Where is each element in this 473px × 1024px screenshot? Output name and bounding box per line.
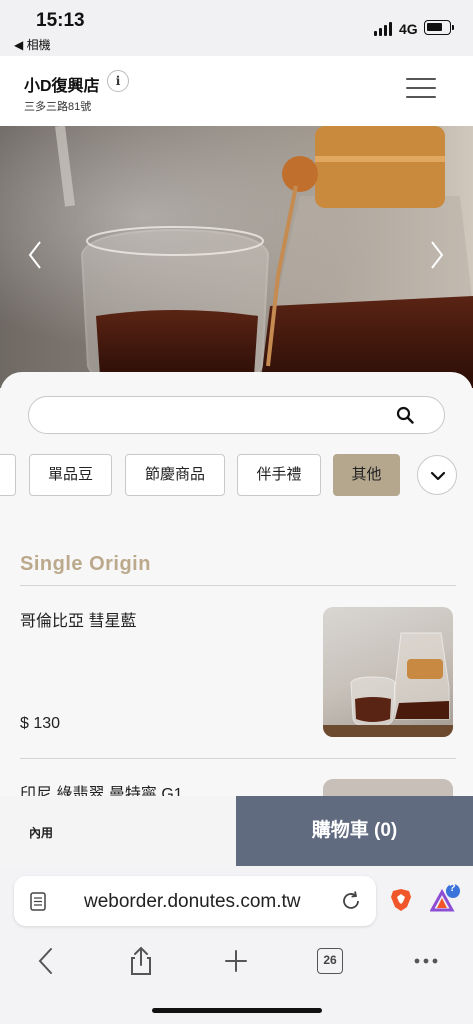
- url-text[interactable]: weborder.donutes.com.tw: [84, 891, 301, 913]
- share-icon[interactable]: [126, 946, 156, 976]
- product-name[interactable]: 哥倫比亞 彗星藍: [20, 607, 136, 631]
- chevron-down-icon: [430, 471, 446, 481]
- expand-categories-button[interactable]: [417, 455, 457, 495]
- rewards-badge: ?: [449, 882, 456, 894]
- product-image[interactable]: [323, 779, 453, 796]
- page-icon[interactable]: [30, 892, 46, 911]
- cart-button[interactable]: 購物車 (0): [236, 796, 473, 866]
- battery-icon: [424, 20, 454, 35]
- product-price: $ 130: [20, 715, 61, 732]
- category-tab-gifts[interactable]: 伴手禮: [237, 454, 321, 496]
- hamburger-menu-icon[interactable]: [406, 78, 436, 102]
- status-bar: 15:13 ◀ 相機 4G: [0, 0, 473, 56]
- address-bar[interactable]: weborder.donutes.com.tw: [14, 876, 376, 926]
- store-header: 小D復興店 i 三多三路81號: [0, 56, 473, 126]
- back-arrow-icon[interactable]: [32, 946, 62, 976]
- section-title: Single Origin: [20, 553, 151, 575]
- menu-sheet: 單品豆 節慶商品 伴手禮 其他 Single Origin 哥倫比亞 彗星藍 $…: [0, 372, 473, 803]
- more-menu-icon[interactable]: [411, 946, 441, 976]
- category-tab-single-origin-beans[interactable]: 單品豆: [29, 454, 112, 496]
- back-to-app-link[interactable]: ◀ 相機: [14, 36, 51, 53]
- browser-toolbar: weborder.donutes.com.tw ? 26: [0, 866, 473, 1024]
- dine-in-selector[interactable]: 內用: [29, 824, 53, 841]
- info-icon[interactable]: i: [107, 70, 129, 92]
- status-time: 15:13: [36, 10, 85, 31]
- section-divider: [20, 585, 456, 586]
- carousel-next-icon[interactable]: [430, 240, 444, 270]
- category-tab-other[interactable]: 其他: [333, 454, 400, 496]
- product-divider: [20, 758, 456, 759]
- reload-icon[interactable]: [340, 890, 362, 912]
- category-tab-partial[interactable]: [0, 454, 16, 496]
- signal-icon: [374, 22, 392, 36]
- hero-carousel: [0, 126, 473, 388]
- product-image[interactable]: [323, 607, 453, 737]
- home-indicator: [152, 1008, 322, 1013]
- hero-image: [0, 126, 473, 388]
- tab-count-button[interactable]: 26: [317, 948, 343, 974]
- category-tabs: 單品豆 節慶商品 伴手禮 其他: [0, 454, 473, 496]
- browser-nav: 26: [0, 946, 473, 976]
- search-input[interactable]: [28, 396, 445, 434]
- carousel-prev-icon[interactable]: [28, 240, 42, 270]
- network-type: 4G: [399, 21, 418, 37]
- store-address: 三多三路81號: [24, 101, 92, 113]
- order-bar: 內用 購物車 (0): [0, 796, 473, 866]
- new-tab-icon[interactable]: [221, 946, 251, 976]
- search-icon[interactable]: [396, 406, 414, 424]
- category-tab-festive[interactable]: 節慶商品: [125, 454, 225, 496]
- store-name: 小D復興店: [24, 78, 100, 95]
- brave-shield-icon[interactable]: [390, 888, 412, 912]
